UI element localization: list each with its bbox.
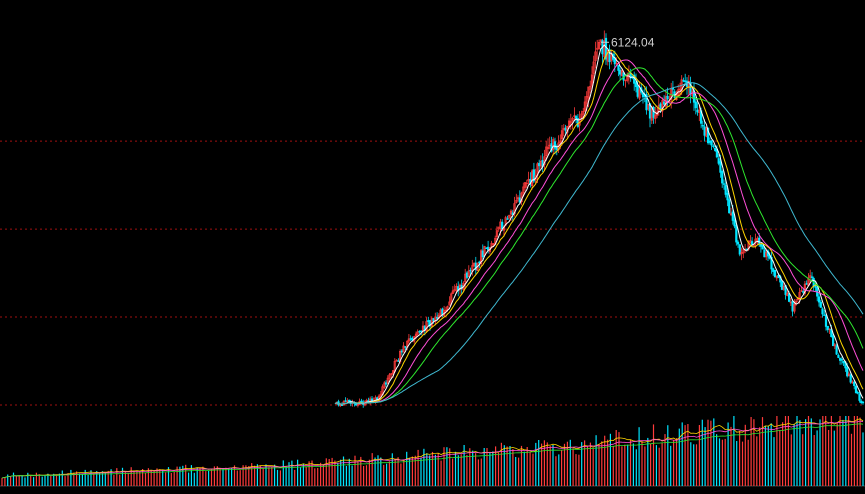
candle — [854, 385, 858, 394]
candle-body — [802, 291, 805, 293]
candle-body — [682, 80, 685, 82]
price-chart: 6124.04 — [0, 0, 865, 494]
candle-body — [849, 374, 852, 383]
candle-body — [738, 244, 741, 255]
candle-body — [710, 140, 713, 146]
chart-background — [0, 0, 865, 494]
candle-body — [842, 360, 845, 364]
candle-body — [564, 127, 567, 131]
candle-body — [791, 300, 794, 312]
candle-body — [860, 400, 863, 404]
candle-body — [617, 65, 620, 71]
candle-body — [831, 335, 835, 347]
candle-body — [840, 359, 843, 361]
candle-body — [854, 385, 858, 394]
candle-body — [750, 241, 754, 245]
candle-body — [856, 391, 859, 394]
candle-body — [553, 141, 557, 149]
candle-body — [486, 246, 490, 251]
candle-body — [485, 247, 488, 249]
candle-body — [465, 272, 469, 278]
candle-body — [772, 268, 775, 272]
candle-body — [821, 308, 824, 315]
candle — [780, 280, 784, 291]
candle-body — [340, 404, 344, 406]
candle-body — [846, 367, 849, 377]
candle-body — [376, 397, 379, 400]
candle-body — [717, 158, 720, 164]
candle — [773, 269, 777, 278]
candle-body — [761, 245, 764, 250]
candle-body — [478, 261, 481, 264]
candle-body — [817, 296, 821, 303]
candle-body — [824, 314, 828, 327]
candle-body — [714, 147, 717, 151]
candle-body — [724, 185, 727, 195]
candle-body — [780, 281, 784, 290]
candle-body — [420, 330, 423, 332]
candle-body — [555, 147, 558, 151]
candle-body — [481, 250, 484, 257]
candle-body — [694, 101, 697, 109]
candle-body — [810, 276, 814, 278]
candle-body — [618, 69, 622, 75]
candle-body — [823, 314, 826, 316]
candle-body — [666, 95, 669, 100]
candle-body — [634, 82, 638, 88]
candle-body — [735, 225, 738, 243]
candle-body — [708, 140, 711, 143]
candle-body — [853, 381, 856, 387]
candle-body — [731, 211, 734, 221]
candle-body — [787, 293, 791, 302]
candle-body — [719, 161, 722, 173]
candle-body — [684, 80, 687, 83]
candle-body — [404, 346, 407, 348]
candle — [479, 249, 483, 267]
candle-body — [733, 219, 736, 227]
candle-body — [636, 85, 639, 97]
candle-body — [347, 399, 351, 402]
candle-body — [826, 325, 829, 331]
candle-body — [427, 320, 430, 322]
candle-body — [736, 241, 740, 245]
candle-body — [469, 269, 472, 272]
candle-body — [441, 308, 444, 315]
candle-body — [701, 125, 704, 127]
candle-body — [344, 400, 347, 402]
candle-body — [703, 126, 706, 136]
candle-body — [805, 283, 808, 285]
candle-body — [400, 350, 404, 353]
candle-body — [838, 358, 842, 361]
candle-body — [759, 244, 762, 247]
candle-body — [721, 171, 724, 184]
candle-body — [384, 382, 388, 385]
candle-body — [662, 101, 666, 105]
candle — [738, 244, 741, 257]
candle-body — [835, 345, 838, 355]
candle-body — [726, 192, 729, 201]
candle-body — [861, 401, 865, 404]
candle-body — [763, 249, 766, 258]
candle-body — [397, 360, 400, 362]
candle-body — [574, 116, 578, 119]
candle-body — [418, 330, 421, 333]
candle-body — [506, 218, 509, 220]
candle-body — [409, 338, 412, 340]
candle-body — [728, 199, 731, 214]
candle-body — [435, 317, 439, 319]
candle-body — [773, 269, 777, 278]
candle-body — [837, 354, 840, 358]
candle — [508, 214, 511, 219]
candle-body — [722, 183, 726, 185]
candle-body — [858, 393, 861, 401]
peak-value-label: 6124.04 — [611, 35, 655, 49]
candle-body — [696, 109, 699, 113]
candle-body — [432, 318, 435, 322]
candle — [728, 197, 731, 214]
candle-body — [819, 301, 822, 308]
candle-body — [712, 145, 715, 147]
candle-body — [538, 162, 541, 167]
candle-body — [758, 237, 761, 244]
